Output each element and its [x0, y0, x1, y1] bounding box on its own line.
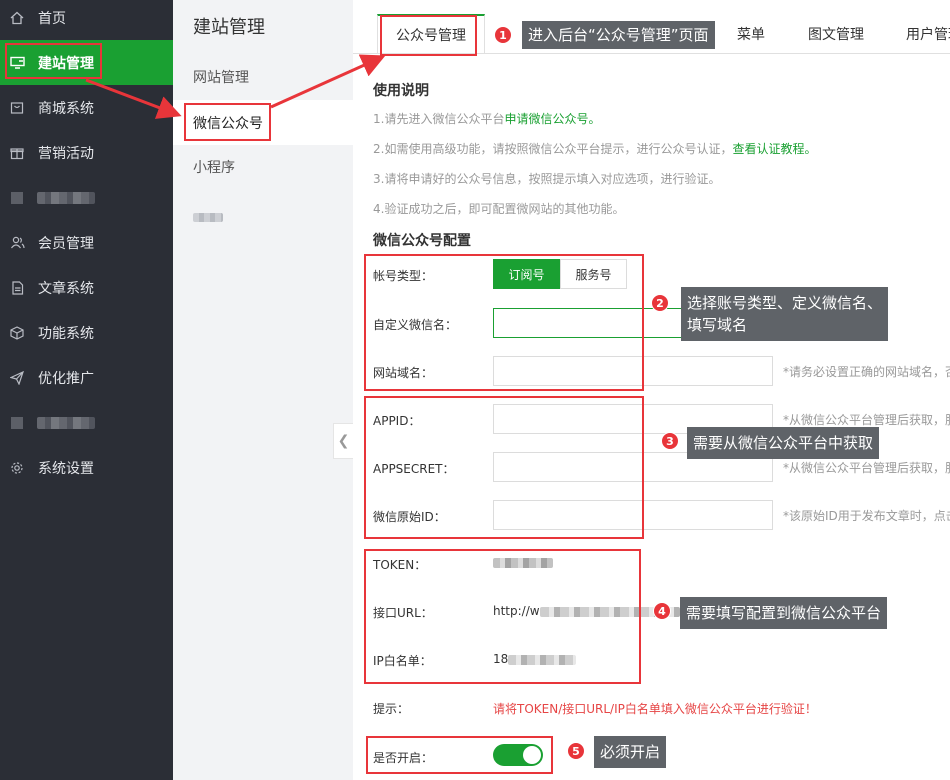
blurred-label	[37, 416, 95, 429]
nav-item-blurred[interactable]	[0, 400, 173, 445]
submenu-item-miniprogram[interactable]: 小程序	[173, 144, 353, 189]
nav-label: 功能系统	[38, 325, 94, 342]
annotation-badge-3: 3	[661, 432, 679, 450]
nav-item-articles[interactable]: 文章系统	[0, 265, 173, 310]
appsecret-hint: *从微信公众平台管理后获取，服	[783, 461, 950, 475]
nav-item-blurred[interactable]	[0, 175, 173, 220]
highlight-tab	[380, 15, 477, 56]
tab-menu[interactable]: 菜单	[731, 14, 771, 54]
usage-title: 使用说明	[373, 83, 429, 99]
annotation-badge-2: 2	[651, 294, 669, 312]
submenu-title: 建站管理	[193, 17, 265, 38]
highlight-nav-site-management	[5, 43, 102, 79]
original-id-hint: *该原始ID用于发布文章时，点击	[783, 509, 950, 523]
annotation-callout-4: 需要填写配置到微信公众平台	[680, 597, 888, 629]
tip-label: 提示：	[373, 702, 410, 716]
cube-icon	[9, 325, 25, 341]
nav-label: 营销活动	[38, 145, 94, 162]
domain-hint: *请务必设置正确的网站域名，否	[783, 365, 950, 379]
nav-item-features[interactable]: 功能系统	[0, 310, 173, 355]
nav-label: 系统设置	[38, 460, 94, 477]
highlight-submenu-wechat	[184, 103, 271, 141]
tab-articles[interactable]: 图文管理	[801, 14, 871, 54]
highlight-server-info	[364, 549, 641, 684]
collapse-handle[interactable]: ❮	[333, 423, 353, 459]
apply-account-link[interactable]: 申请微信公众号。	[504, 112, 600, 126]
usage-line-1: 1.请先进入微信公众平台申请微信公众号。	[373, 112, 601, 126]
nav-label: 首页	[38, 10, 66, 27]
nav-item-settings[interactable]: 系统设置	[0, 445, 173, 490]
document-icon	[9, 280, 25, 296]
submenu-item-site[interactable]: 网站管理	[173, 54, 353, 99]
config-title: 微信公众号配置	[373, 233, 471, 249]
appid-hint: *从微信公众平台管理后获取，服	[783, 413, 950, 427]
tab-users[interactable]: 用户管理	[899, 14, 950, 54]
usage-line-2: 2.如需使用高级功能，请按照微信公众平台提示，进行公众号认证，查看认证教程。	[373, 142, 817, 156]
users-icon	[9, 235, 25, 251]
nav-item-home[interactable]: 首页	[0, 0, 173, 40]
nav-label: 文章系统	[38, 280, 94, 297]
chevron-left-icon: ❮	[337, 433, 350, 449]
tip-text: 请将TOKEN/接口URL/IP白名单填入微信公众平台进行验证！	[493, 702, 817, 716]
annotation-callout-1: 进入后台“公众号管理”页面	[522, 21, 715, 49]
annotation-badge-4: 4	[653, 602, 671, 620]
annotation-badge-1: 1	[494, 26, 512, 44]
cart-icon	[9, 100, 25, 116]
usage-line-3: 3.请将申请好的公众号信息，按照提示填入对应选项，进行验证。	[373, 172, 721, 186]
home-icon	[9, 10, 25, 26]
blurred-icon	[11, 191, 23, 204]
usage-line-4: 4.验证成功之后，即可配置微网站的其他功能。	[373, 202, 625, 216]
annotation-callout-5: 必须开启	[594, 736, 667, 768]
nav-label: 商城系统	[38, 100, 94, 117]
submenu-item-blurred[interactable]	[193, 207, 223, 226]
highlight-basic-config	[364, 254, 644, 391]
nav-item-promotion[interactable]: 优化推广	[0, 355, 173, 400]
highlight-enable	[366, 736, 553, 774]
gear-icon	[9, 460, 25, 476]
certification-tutorial-link[interactable]: 查看认证教程。	[732, 142, 816, 156]
nav-label: 优化推广	[38, 370, 94, 387]
nav-item-mall[interactable]: 商城系统	[0, 85, 173, 130]
nav-item-marketing[interactable]: 营销活动	[0, 130, 173, 175]
send-icon	[9, 370, 25, 386]
annotation-callout-3: 需要从微信公众平台中获取	[687, 427, 880, 459]
nav-label: 会员管理	[38, 235, 94, 252]
gift-icon	[9, 145, 25, 161]
main-sidebar: 首页 建站管理 商城系统 营销活动 会员管理 文章系统 功能系统 优化推广 系统…	[0, 0, 173, 780]
highlight-credentials	[364, 396, 644, 539]
blurred-icon	[11, 416, 23, 429]
blurred-label	[37, 191, 95, 204]
annotation-callout-2: 选择账号类型、定义微信名、 填写域名	[681, 287, 889, 341]
annotation-badge-5: 5	[567, 742, 585, 760]
nav-item-members[interactable]: 会员管理	[0, 220, 173, 265]
